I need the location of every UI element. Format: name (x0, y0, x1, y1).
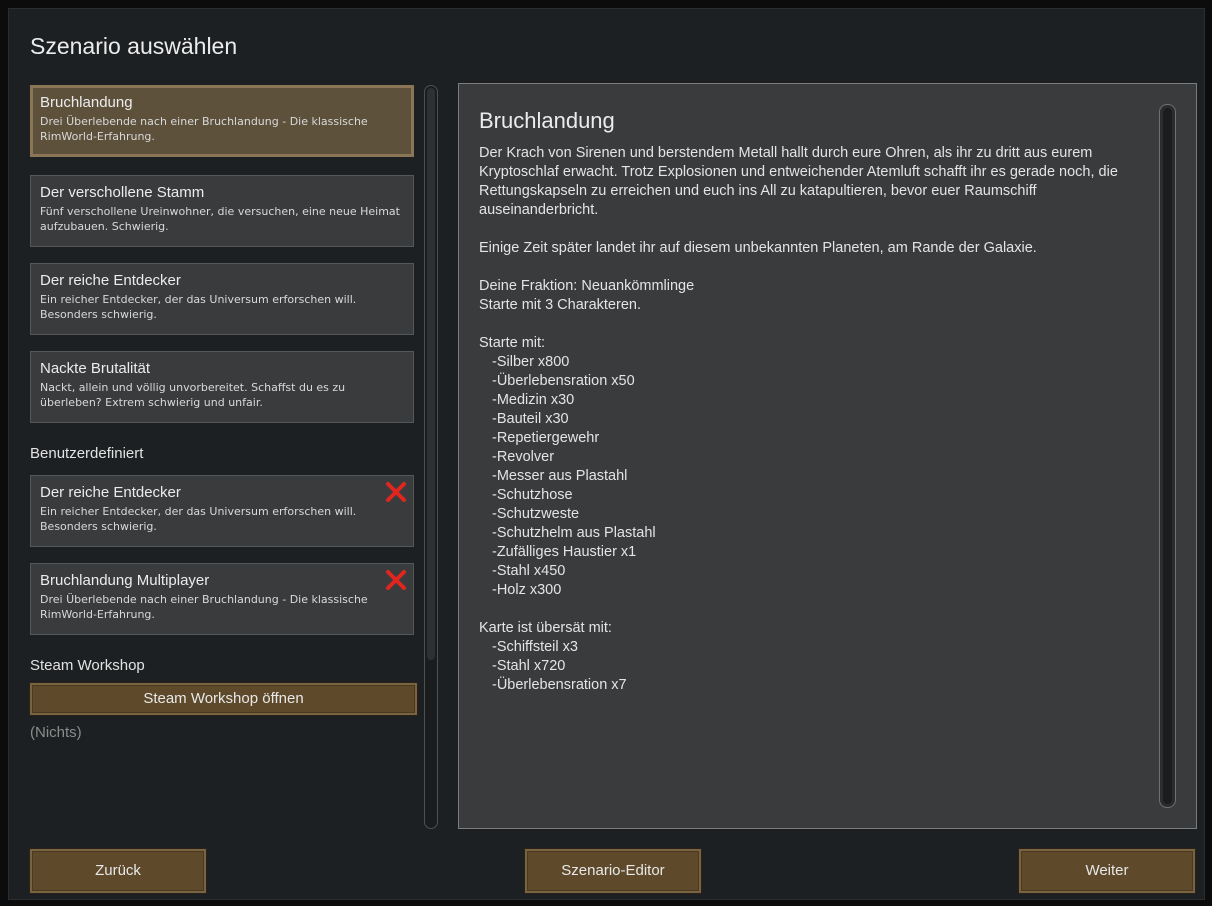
start-item: -Zufälliges Haustier x1 (492, 544, 637, 560)
detail-landing: Einige Zeit später landet ihr auf diesem… (479, 240, 1037, 256)
scenario-title: Nackte Brutalität (40, 360, 151, 377)
detail-intro: Der Krach von Sirenen und berstendem Met… (479, 145, 1118, 218)
scenario-description: Drei Überlebende nach einer Bruchlandung… (40, 115, 368, 143)
start-item: -Repetiergewehr (492, 430, 600, 446)
map-items-block: Karte ist übersät mit: -Schiffsteil x3 -… (479, 619, 1155, 695)
map-items-label: Karte ist übersät mit: (479, 620, 612, 636)
scenario-description: Ein reicher Entdecker, der das Universum… (40, 505, 357, 533)
scrollbar-thumb[interactable] (1163, 108, 1172, 804)
scenario-title: Der reiche Entdecker (40, 272, 181, 289)
scrollbar-thumb[interactable] (427, 88, 435, 660)
scenario-title: Der reiche Entdecker (40, 484, 181, 501)
scenario-description: Ein reicher Entdecker, der das Universum… (40, 293, 357, 321)
back-button[interactable]: Zurück (30, 849, 206, 893)
map-item: -Stahl x720 (492, 658, 566, 674)
scenario-title: Der verschollene Stamm (40, 184, 205, 201)
scenario-list: Bruchlandung Drei Überlebende nach einer… (9, 9, 449, 839)
detail-faction-info: Deine Fraktion: Neuankömmlinge Starte mi… (479, 277, 1155, 315)
start-item: -Revolver (492, 449, 555, 465)
workshop-section-label: Steam Workshop (30, 657, 145, 674)
scenario-title: Bruchlandung Multiplayer (40, 572, 210, 589)
delete-icon[interactable] (384, 480, 408, 504)
scenario-editor-button[interactable]: Szenario-Editor (525, 849, 701, 893)
custom-scenario-card-reiche-entdecker[interactable]: Der reiche Entdecker Ein reicher Entdeck… (30, 475, 414, 547)
custom-section-label: Benutzerdefiniert (30, 445, 144, 462)
scenario-select-window: Szenario auswählen Bruchlandung Drei Übe… (8, 8, 1205, 900)
start-item: -Schutzweste (492, 506, 580, 522)
scenario-title: Bruchlandung (40, 94, 133, 111)
detail-description: Der Krach von Sirenen und berstendem Met… (479, 144, 1155, 714)
start-item: -Schutzhelm aus Plastahl (492, 525, 656, 541)
scenario-description: Nackt, allein und völlig unvorbereitet. … (40, 381, 346, 409)
map-item: -Überlebensration x7 (492, 677, 627, 693)
start-item: -Medizin x30 (492, 392, 575, 408)
scenario-card-reiche-entdecker[interactable]: Der reiche Entdecker Ein reicher Entdeck… (30, 263, 414, 335)
map-item: -Schiffsteil x3 (492, 639, 578, 655)
scenario-detail-pane: Bruchlandung Der Krach von Sirenen und b… (458, 83, 1197, 829)
start-item: -Bauteil x30 (492, 411, 569, 427)
detail-scrollbar[interactable] (1159, 104, 1176, 808)
scenario-card-bruchlandung[interactable]: Bruchlandung Drei Überlebende nach einer… (30, 85, 414, 157)
scenario-card-verschollene-stamm[interactable]: Der verschollene Stamm Fünf verschollene… (30, 175, 414, 247)
start-item: -Messer aus Plastahl (492, 468, 628, 484)
delete-icon[interactable] (384, 568, 408, 592)
start-characters-line: Starte mit 3 Charakteren. (479, 297, 641, 313)
scenario-card-nackte-brutalitaet[interactable]: Nackte Brutalität Nackt, allein und völl… (30, 351, 414, 423)
workshop-empty-label: (Nichts) (30, 724, 82, 741)
scenario-description: Fünf verschollene Ureinwohner, die versu… (40, 205, 400, 233)
start-item: -Stahl x450 (492, 563, 566, 579)
scenario-description: Drei Überlebende nach einer Bruchlandung… (40, 593, 368, 621)
start-item: -Silber x800 (492, 354, 570, 370)
scenario-list-scrollbar[interactable] (424, 85, 438, 829)
open-steam-workshop-button[interactable]: Steam Workshop öffnen (30, 683, 417, 715)
start-items-block: Starte mit: -Silber x800 -Überlebensrati… (479, 334, 1155, 600)
detail-title: Bruchlandung (479, 108, 615, 133)
faction-line: Deine Fraktion: Neuankömmlinge (479, 278, 695, 294)
start-item: -Holz x300 (492, 582, 562, 598)
start-item: -Schutzhose (492, 487, 573, 503)
custom-scenario-card-bruchlandung-multiplayer[interactable]: Bruchlandung Multiplayer Drei Überlebend… (30, 563, 414, 635)
start-items-label: Starte mit: (479, 335, 546, 351)
start-item: -Überlebensration x50 (492, 373, 635, 389)
next-button[interactable]: Weiter (1019, 849, 1195, 893)
